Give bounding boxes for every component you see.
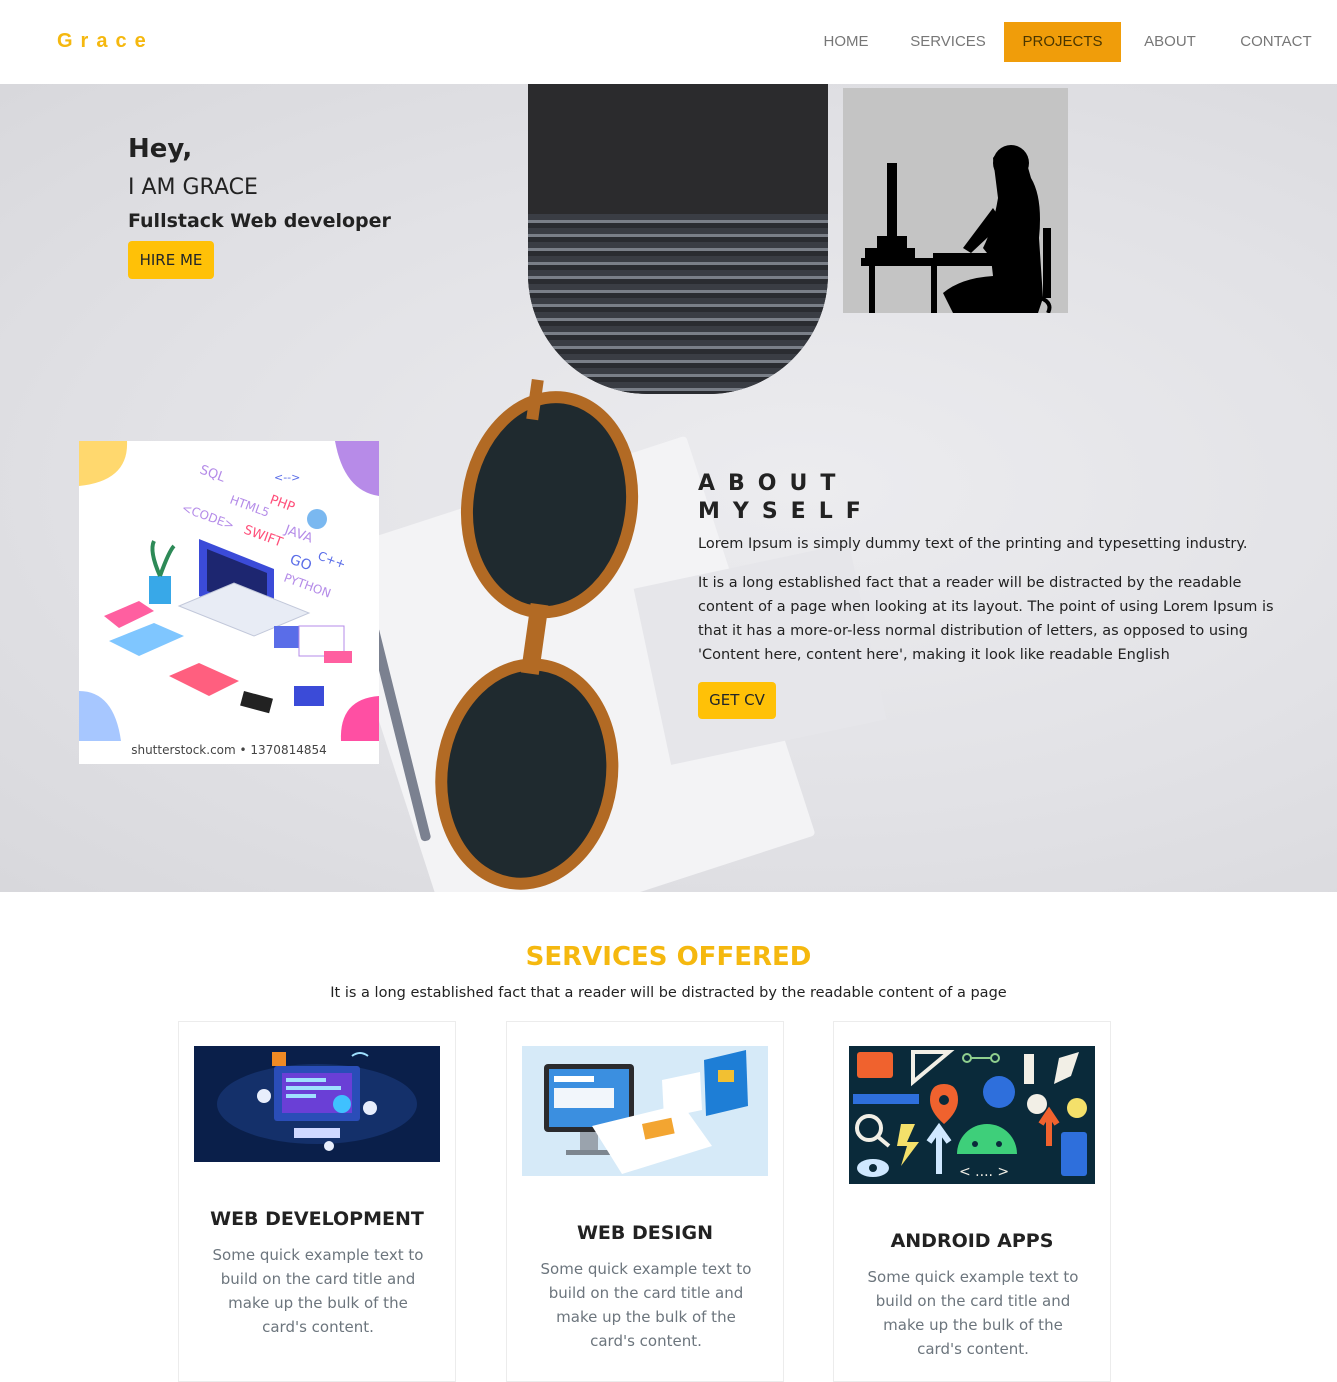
coding-illustration-image: SQL PHP <--> HTML5 <CODE> SWIFT JAVA C++… bbox=[79, 441, 379, 764]
hire-me-button[interactable]: HIRE ME bbox=[128, 241, 214, 279]
get-cv-button[interactable]: GET CV bbox=[698, 682, 776, 719]
services-subtitle: It is a long established fact that a rea… bbox=[330, 985, 1007, 1001]
hero-greeting: Hey, bbox=[128, 134, 193, 164]
svg-text:JAVA: JAVA bbox=[282, 522, 315, 546]
svg-text:C++: C++ bbox=[316, 549, 348, 572]
hero-role: Fullstack Web developer bbox=[128, 210, 391, 232]
nav-services[interactable]: SERVICES bbox=[900, 22, 996, 62]
card-title: WEB DESIGN bbox=[576, 1222, 714, 1244]
image-caption: shutterstock.com • 1370814854 bbox=[131, 743, 327, 757]
service-card-android-apps[interactable]: < .... > ANDROID APPS Some quick example… bbox=[833, 1021, 1111, 1382]
svg-text:< .... >: < .... > bbox=[959, 1164, 1009, 1180]
svg-text:GO: GO bbox=[288, 552, 314, 575]
about-heading-line2: MYSELF bbox=[698, 499, 874, 524]
nav-home[interactable]: HOME bbox=[805, 22, 887, 62]
nav-contact[interactable]: CONTACT bbox=[1228, 22, 1324, 62]
android-apps-image: < .... > bbox=[849, 1046, 1095, 1184]
about-heading-line1: ABOUT bbox=[698, 471, 849, 496]
web-design-image bbox=[522, 1046, 768, 1176]
svg-text:SWIFT: SWIFT bbox=[242, 523, 285, 551]
web-development-image bbox=[194, 1046, 440, 1162]
cup-sleeve bbox=[528, 214, 828, 394]
svg-text:PYTHON: PYTHON bbox=[282, 571, 333, 601]
developer-silhouette-image bbox=[843, 88, 1068, 313]
service-card-web-design[interactable]: WEB DESIGN Some quick example text to bu… bbox=[506, 1021, 784, 1382]
svg-text:SQL: SQL bbox=[198, 463, 228, 486]
hero-name: I AM GRACE bbox=[128, 175, 258, 200]
hero-section: Hey, I AM GRACE Fullstack Web developer … bbox=[0, 84, 1337, 892]
brand-logo[interactable]: Grace bbox=[57, 30, 154, 53]
services-heading: SERVICES OFFERED bbox=[525, 942, 812, 972]
card-text: Some quick example text to build on the … bbox=[212, 1246, 424, 1336]
card-text: Some quick example text to build on the … bbox=[867, 1268, 1079, 1358]
svg-text:PHP: PHP bbox=[268, 493, 297, 516]
background-coffee-cup bbox=[528, 84, 828, 394]
about-paragraph-2: It is a long established fact that a rea… bbox=[698, 575, 1274, 663]
about-paragraph-1: Lorem Ipsum is simply dummy text of the … bbox=[698, 536, 1248, 552]
navbar: Grace HOME SERVICES PROJECTS ABOUT CONTA… bbox=[0, 0, 1337, 84]
about-heading: ABOUT MYSELF bbox=[698, 470, 874, 526]
background-sunglasses bbox=[435, 378, 639, 890]
card-title: ANDROID APPS bbox=[890, 1230, 1054, 1252]
service-card-web-development[interactable]: WEB DEVELOPMENT Some quick example text … bbox=[178, 1021, 456, 1382]
card-title: WEB DEVELOPMENT bbox=[210, 1208, 424, 1230]
card-text: Some quick example text to build on the … bbox=[540, 1260, 752, 1350]
svg-text:<-->: <--> bbox=[274, 471, 300, 484]
nav-about[interactable]: ABOUT bbox=[1130, 22, 1210, 62]
nav-projects[interactable]: PROJECTS bbox=[1004, 22, 1121, 62]
svg-text:HTML5: HTML5 bbox=[228, 493, 271, 520]
